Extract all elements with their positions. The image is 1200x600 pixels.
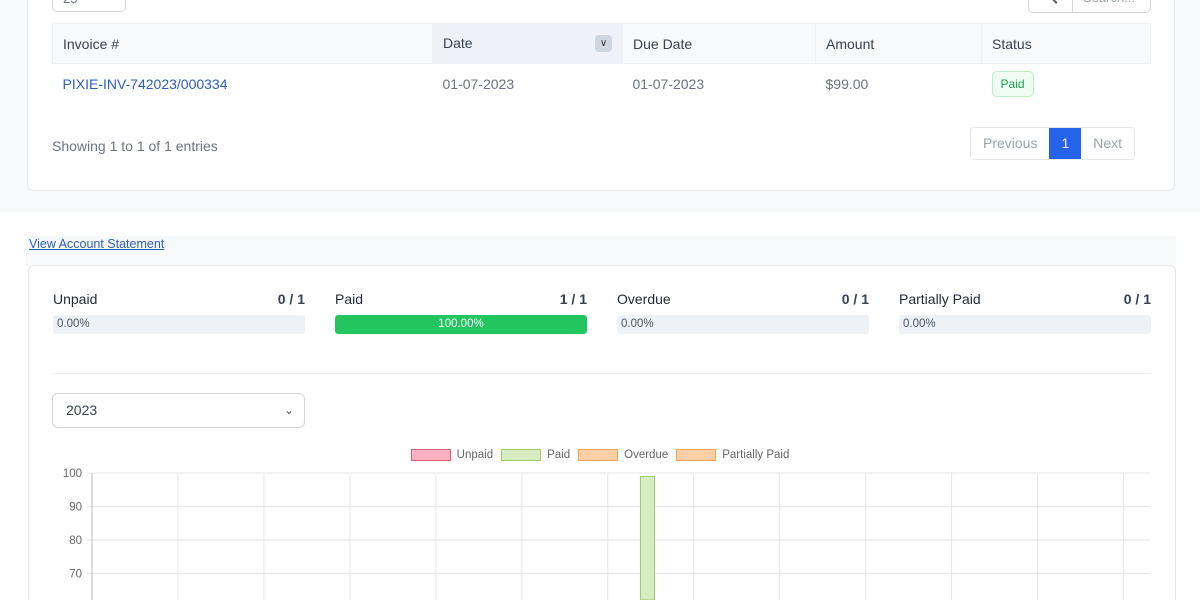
y-tick-label: 90	[69, 502, 82, 514]
bar-paid-jul	[639, 475, 655, 600]
y-tick-label: 70	[69, 569, 82, 581]
y-tick-label: 80	[69, 535, 82, 547]
y-tick-label: 100	[63, 468, 82, 480]
invoice-chart: 100 90 80 70	[63, 468, 1150, 600]
